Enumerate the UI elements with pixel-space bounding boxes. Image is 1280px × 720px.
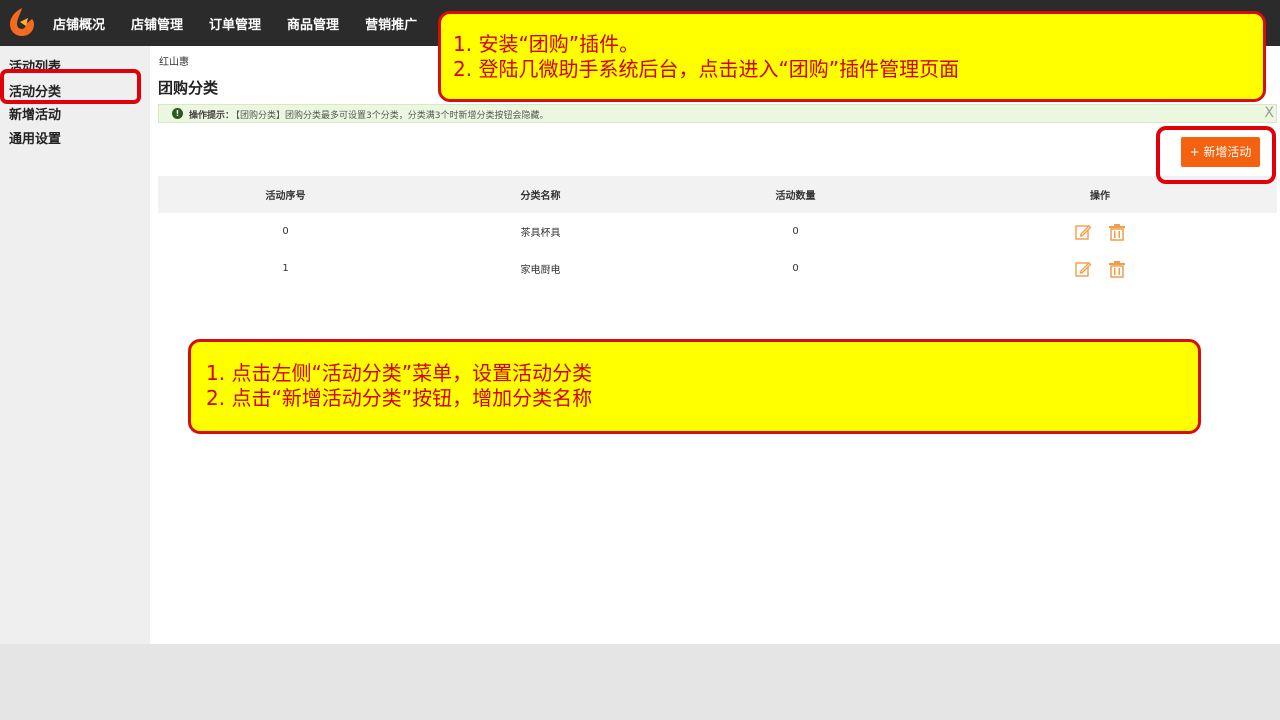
edit-icon[interactable] (1074, 223, 1092, 241)
annotation-line: 1. 点击左侧“活动分类”菜单，设置活动分类 (206, 361, 593, 385)
info-icon: ! (172, 108, 183, 119)
trash-icon[interactable] (1108, 260, 1126, 278)
close-icon[interactable]: X (1264, 105, 1274, 121)
annotation-callout-top: 1. 安装“团购”插件。 2. 登陆几微助手系统后台，点击进入“团购”插件管理页… (438, 11, 1266, 102)
tip-text: 【团购分类】团购分类最多可设置3个分类，分类满3个时新增分类按钮会隐藏。 (231, 111, 549, 121)
cell-seq: 0 (282, 226, 289, 237)
topnav-item-marketing[interactable]: 营销推广 (352, 14, 430, 33)
topnav-item-order-management[interactable]: 订单管理 (196, 14, 274, 33)
topnav-item-store-overview[interactable]: 店铺概况 (40, 14, 118, 33)
annotation-line: 2. 点击“新增活动分类”按钮，增加分类名称 (206, 386, 593, 410)
annotation-line: 2. 登陆几微助手系统后台，点击进入“团购”插件管理页面 (453, 57, 960, 81)
tip-label: 操作提示： (189, 111, 235, 121)
row-actions (923, 260, 1277, 278)
operation-tip-bar: ! 操作提示： 【团购分类】团购分类最多可设置3个分类，分类满3个时新增分类按钮… (158, 104, 1277, 123)
breadcrumb[interactable]: 红山惠 (159, 53, 189, 68)
topnav-item-product-management[interactable]: 商品管理 (274, 14, 352, 33)
column-header-name: 分类名称 (520, 191, 561, 202)
column-header-seq: 活动序号 (265, 191, 306, 202)
row-actions (923, 223, 1277, 241)
cell-name: 茶具杯具 (520, 228, 561, 239)
table-header: 活动序号 分类名称 活动数量 操作 (158, 176, 1277, 213)
cell-seq: 1 (282, 263, 289, 274)
highlight-box-sidebar (0, 69, 141, 104)
column-header-count: 活动数量 (775, 191, 816, 202)
sidebar: 活动列表 活动分类 新增活动 通用设置 (0, 46, 150, 644)
highlight-box-add-button (1156, 126, 1276, 184)
brand-logo-icon[interactable] (6, 6, 38, 38)
page-footer (0, 644, 1280, 720)
trash-icon[interactable] (1108, 223, 1126, 241)
cell-count: 0 (792, 226, 799, 237)
topnav-item-store-management[interactable]: 店铺管理 (118, 14, 196, 33)
table-row: 0 茶具杯具 0 (158, 213, 1277, 250)
sidebar-item-new-activity[interactable]: 新增活动 (9, 104, 61, 123)
sidebar-item-general-settings[interactable]: 通用设置 (9, 128, 61, 147)
annotation-callout-bottom: 1. 点击左侧“活动分类”菜单，设置活动分类 2. 点击“新增活动分类”按钮，增… (188, 339, 1201, 434)
cell-name: 家电厨电 (520, 265, 561, 276)
annotation-line: 1. 安装“团购”插件。 (453, 32, 640, 56)
column-header-actions: 操作 (1090, 191, 1110, 202)
category-table: 活动序号 分类名称 活动数量 操作 0 茶具杯具 0 1 家电厨电 0 (158, 176, 1277, 287)
page-title: 团购分类 (158, 79, 219, 97)
edit-icon[interactable] (1074, 260, 1092, 278)
cell-count: 0 (792, 263, 799, 274)
top-nav-menu: 店铺概况 店铺管理 订单管理 商品管理 营销推广 (40, 0, 430, 46)
table-row: 1 家电厨电 0 (158, 250, 1277, 287)
